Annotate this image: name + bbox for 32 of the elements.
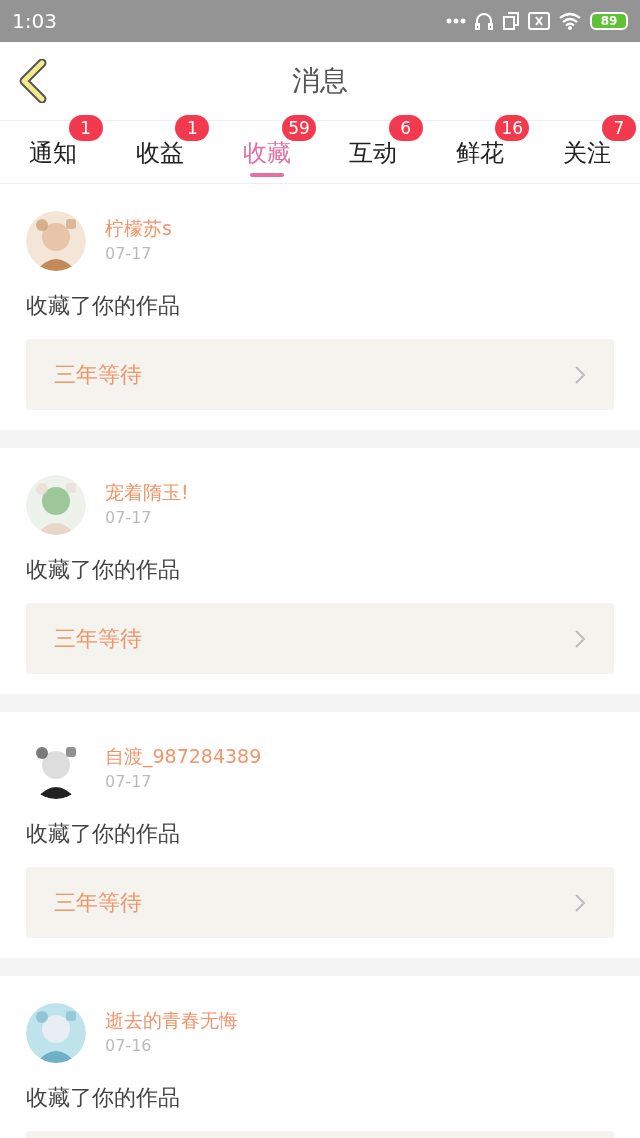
message-date: 07-17 bbox=[105, 771, 153, 793]
user-name[interactable]: 自渡_987284389 bbox=[105, 743, 262, 769]
work-link[interactable]: 三年等待 bbox=[26, 603, 614, 674]
status-time: 1:03 bbox=[12, 8, 57, 35]
wifi-icon bbox=[558, 12, 582, 30]
message-text: 收藏了你的作品 bbox=[26, 556, 181, 584]
count-badge: 16 bbox=[495, 115, 530, 141]
chevron-right-icon bbox=[574, 628, 586, 649]
more-icon bbox=[446, 18, 466, 24]
count-badge: 7 bbox=[602, 115, 637, 141]
message-date: 07-17 bbox=[105, 243, 153, 265]
sim-icon bbox=[502, 11, 520, 31]
message-text: 收藏了你的作品 bbox=[26, 292, 181, 320]
user-name[interactable]: 逝去的青春无悔 bbox=[105, 1007, 238, 1033]
page-title: 消息 bbox=[292, 63, 348, 99]
sim-off-icon bbox=[528, 12, 550, 30]
chevron-right-icon bbox=[574, 892, 586, 913]
work-link[interactable]: 三年等待 bbox=[26, 339, 614, 410]
count-badge: 59 bbox=[282, 115, 316, 141]
work-link[interactable]: 三年等待 bbox=[26, 867, 614, 938]
user-name[interactable]: 宠着隋玉! bbox=[105, 479, 189, 505]
count-badge: 1 bbox=[68, 115, 103, 141]
headphones-icon bbox=[474, 11, 494, 31]
message-date: 07-17 bbox=[105, 507, 153, 529]
user-name[interactable]: 柠檬苏s bbox=[105, 215, 172, 241]
message-date: 07-16 bbox=[105, 1035, 153, 1057]
message-text: 收藏了你的作品 bbox=[26, 820, 181, 848]
message-text: 收藏了你的作品 bbox=[26, 1084, 181, 1112]
count-badge: 6 bbox=[388, 115, 423, 141]
battery-indicator: 89 bbox=[590, 12, 628, 30]
chevron-right-icon bbox=[574, 364, 586, 385]
count-badge: 1 bbox=[175, 115, 210, 141]
